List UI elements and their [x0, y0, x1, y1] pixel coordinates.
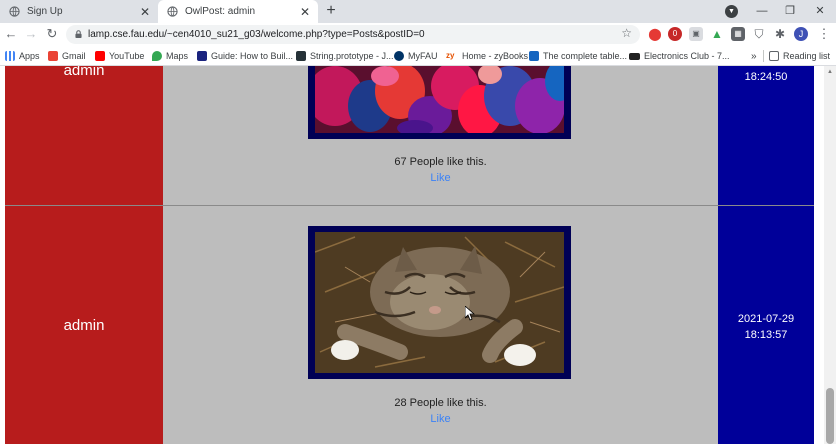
restore-button[interactable]: ❐	[778, 2, 802, 20]
close-tab-icon[interactable]: ✕	[138, 5, 152, 19]
gmail-icon	[48, 51, 58, 61]
reading-list-label: Reading list	[783, 51, 831, 61]
bookmark-label: Electronics Club - 7...	[644, 51, 730, 61]
page-viewport: admin 18:24:50 67 People like this. Like…	[0, 66, 836, 444]
mdn-icon	[296, 51, 306, 61]
post-timestamp: 2021-07-29 18:13:57	[718, 311, 814, 343]
reading-list-icon	[769, 51, 779, 61]
bookmarks-overflow-button[interactable]: »	[751, 49, 757, 63]
zybooks-icon: zy	[446, 51, 458, 61]
extension-badge: 0	[672, 29, 678, 38]
table-site-icon	[529, 51, 539, 61]
tab-owlpost-admin[interactable]: OwlPost: admin ✕	[158, 0, 318, 23]
post-author: admin	[63, 317, 105, 334]
post-time: 18:13:57	[744, 329, 788, 341]
tab-strip: Sign Up ✕ OwlPost: admin ✕ + ▼ — ❐ ✕	[0, 0, 836, 23]
post-author: admin	[63, 66, 105, 79]
post-time: 18:24:50	[744, 71, 788, 83]
shield-icon[interactable]: ⛉	[752, 27, 766, 41]
like-link[interactable]: Like	[163, 172, 718, 184]
tab-sign-up[interactable]: Sign Up ✕	[0, 0, 158, 23]
reload-icon[interactable]: ↻	[43, 25, 61, 43]
menu-dots-icon[interactable]: ⋮	[815, 25, 833, 43]
forward-arrow-icon[interactable]: →	[22, 25, 40, 43]
globe-icon	[167, 6, 178, 17]
bookmark-label: Guide: How to Buil...	[211, 51, 294, 61]
bookmark-apps[interactable]: Apps	[5, 49, 40, 63]
maps-pin-icon	[152, 51, 162, 61]
bookmark-star-icon[interactable]: ☆	[621, 26, 632, 40]
globe-icon	[9, 6, 20, 17]
screenshot-extension-icon[interactable]: ▣	[689, 27, 703, 41]
bookmark-string-prototype[interactable]: String.prototype - J...	[296, 49, 394, 63]
tab-title: Sign Up	[27, 6, 63, 17]
post-like-count: 67 People like this.	[394, 156, 487, 168]
bookmark-label: Apps	[19, 51, 40, 61]
puzzle-extensions-icon[interactable]: ✱	[773, 27, 787, 41]
youtube-icon	[95, 51, 105, 61]
reading-list-button[interactable]: Reading list	[769, 49, 830, 63]
like-link[interactable]: Like	[163, 413, 718, 425]
google-drive-icon[interactable]: ▲	[710, 27, 724, 41]
bookmark-label: MyFAU	[408, 51, 438, 61]
address-bar[interactable]: lamp.cse.fau.edu/~cen4010_su21_g03/welco…	[66, 25, 640, 44]
bookmark-myfau[interactable]: MyFAU	[394, 49, 438, 63]
colorful-crowd-photo	[315, 66, 564, 133]
minimize-button[interactable]: —	[750, 2, 774, 20]
bookmark-maps[interactable]: Maps	[152, 49, 188, 63]
bookmark-label: The complete table...	[543, 51, 628, 61]
mouse-cursor-icon	[465, 306, 475, 321]
guide-icon	[197, 51, 207, 61]
bookmark-label: Maps	[166, 51, 189, 61]
tab-title: OwlPost: admin	[185, 6, 256, 17]
post-like-count: 28 People like this.	[394, 397, 487, 409]
bookmark-label: Home - zyBooks	[462, 51, 529, 61]
bookmark-guide[interactable]: Guide: How to Buil...	[197, 49, 293, 63]
bookmark-youtube[interactable]: YouTube	[95, 49, 144, 63]
back-arrow-icon[interactable]: ←	[2, 25, 20, 43]
close-window-button[interactable]: ✕	[808, 2, 832, 20]
bookmark-complete-table[interactable]: The complete table...	[529, 49, 627, 63]
profile-avatar[interactable]: J	[794, 27, 808, 41]
profile-initial: J	[798, 29, 804, 39]
adblock-extension-icon[interactable]: 0	[668, 27, 682, 41]
post-timestamp: 18:24:50	[718, 69, 814, 85]
url-text: lamp.cse.fau.edu/~cen4010_su21_g03/welco…	[88, 29, 425, 40]
post-image-frame	[308, 66, 571, 139]
bookmarks-bar: Apps Gmail YouTube Maps Guide: How to Bu…	[0, 46, 836, 66]
author-column	[5, 66, 163, 444]
apps-grid-icon	[5, 51, 15, 61]
overflow-chevron-icon: »	[751, 50, 757, 62]
bookmark-label: YouTube	[109, 51, 145, 61]
post-date: 2021-07-29	[737, 313, 795, 325]
new-tab-button[interactable]: +	[322, 2, 340, 20]
bookmark-electronics-club[interactable]: Electronics Club - 7...	[629, 49, 730, 63]
bookmark-gmail[interactable]: Gmail	[48, 49, 86, 63]
date-column	[718, 66, 814, 444]
bookmarks-divider	[763, 50, 764, 62]
post-divider	[5, 205, 814, 206]
opera-extension-icon[interactable]: ⬤	[648, 27, 662, 41]
tab-search-icon[interactable]: ▼	[725, 5, 738, 18]
lock-icon	[75, 30, 82, 38]
browser-toolbar: ← → ↻ lamp.cse.fau.edu/~cen4010_su21_g03…	[0, 23, 836, 46]
bookmark-label: Gmail	[62, 51, 86, 61]
close-tab-icon[interactable]: ✕	[298, 5, 312, 19]
scrollbar-thumb[interactable]	[826, 388, 834, 444]
myfau-owl-icon	[394, 51, 404, 61]
bookmark-zybooks[interactable]: zy Home - zyBooks	[446, 49, 528, 63]
sleeping-tabby-cat-photo	[315, 232, 564, 373]
post-image-frame	[308, 226, 571, 379]
scroll-up-arrow-icon[interactable]: ▲	[827, 69, 833, 75]
page-scrollbar[interactable]: ▲	[824, 66, 836, 444]
electronics-club-icon	[629, 52, 640, 60]
extension-icon[interactable]: ▦	[731, 27, 745, 41]
bookmark-label: String.prototype - J...	[310, 51, 394, 61]
